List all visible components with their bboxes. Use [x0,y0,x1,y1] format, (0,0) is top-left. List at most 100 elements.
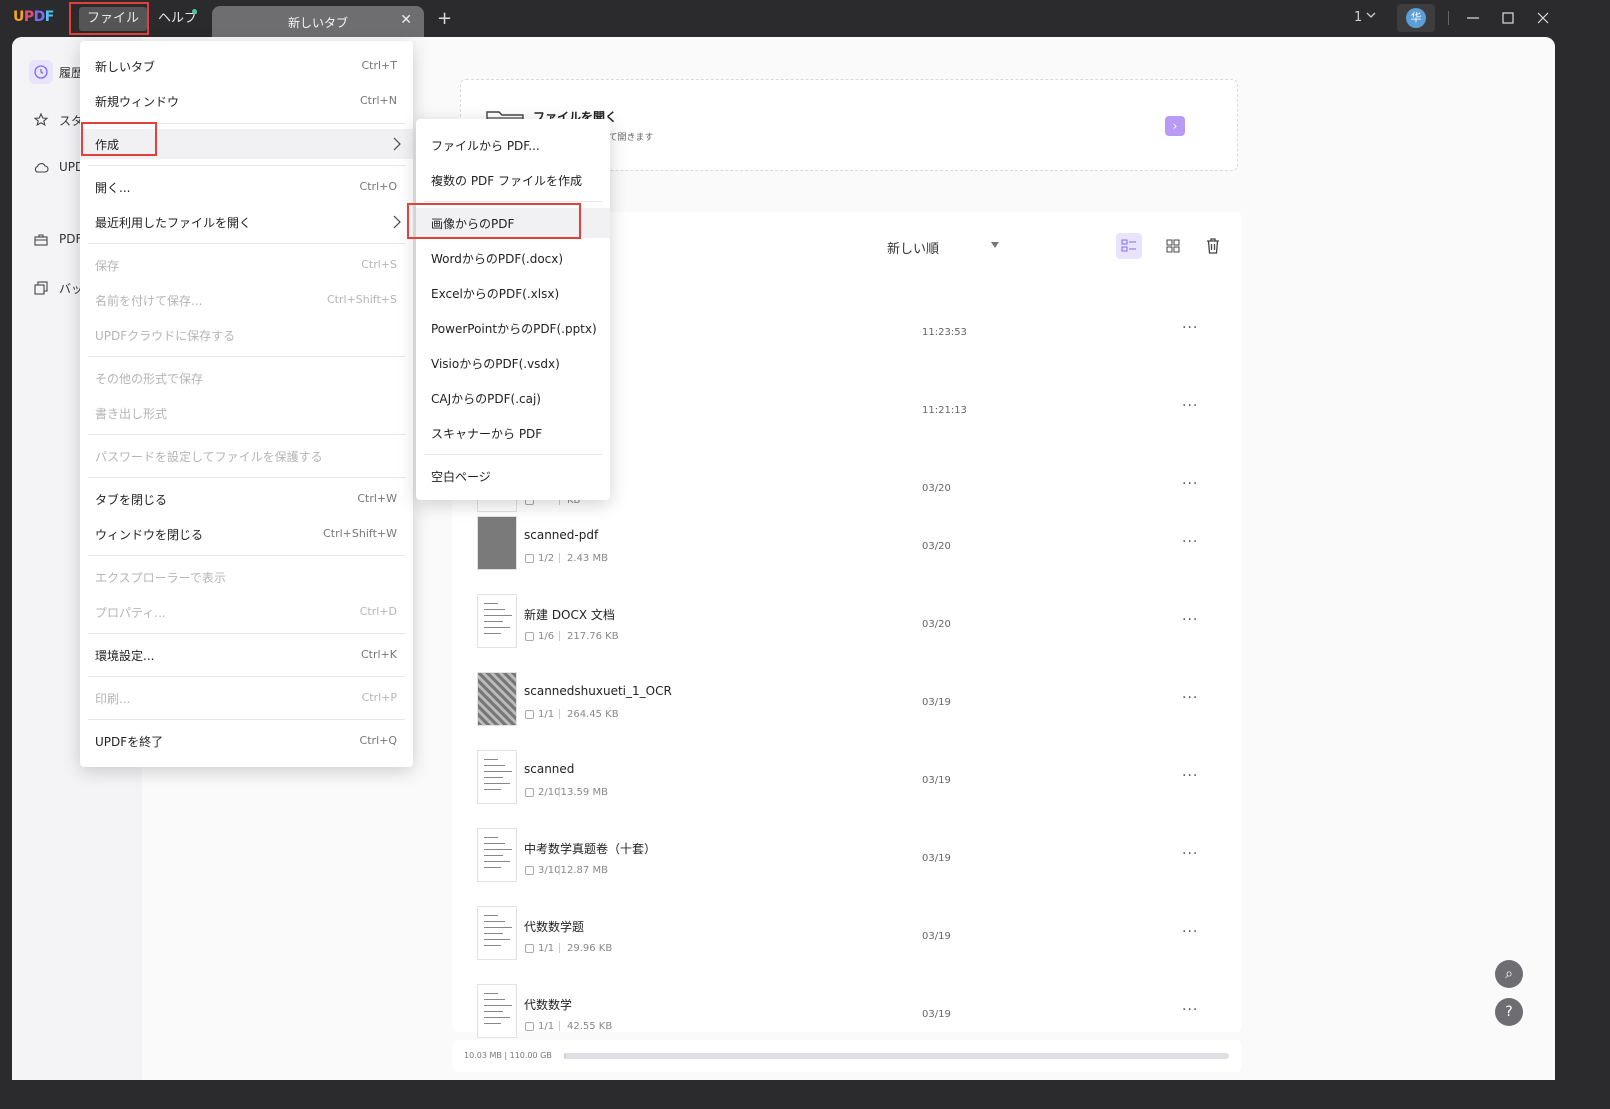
clock-icon [29,60,53,84]
menu-item-pdf-from-visio[interactable]: VisioからのPDF(.vsdx) [416,348,610,378]
more-icon[interactable]: ··· [1182,612,1198,628]
menu-item-save-as: 名前を付けて保存... Ctrl+Shift+S [95,293,397,308]
menu-item-pdf-from-excel[interactable]: ExcelからのPDF(.xlsx) [416,278,610,308]
file-pages: 1/2 [538,553,555,564]
file-thumbnail [477,984,517,1038]
file-row[interactable]: scannedshuxueti_1_OCR 1/1 264.45 KB 03/19 ··… [452,672,1242,750]
more-icon[interactable]: ··· [1182,534,1198,550]
list-view-icon[interactable] [1116,233,1142,259]
file-name: scanned-pdf [524,528,599,542]
close-icon[interactable] [1533,8,1553,28]
window-count[interactable]: 1 [1354,10,1362,25]
add-tab-icon[interactable]: + [437,8,452,29]
menu-item-export-format: 書き出し形式 [95,407,168,421]
avatar: 华 [1406,8,1426,28]
more-icon[interactable]: ··· [1182,924,1198,940]
menu-item-pdf-from-file[interactable]: ファイルから PDF... [416,130,610,160]
tab-close-icon[interactable]: ✕ [400,12,412,28]
star-icon [33,112,49,127]
menu-item-preferences[interactable]: 環境設定... Ctrl+K [80,640,413,670]
menu-item-close-window[interactable]: ウィンドウを閉じる Ctrl+Shift+W [80,519,413,549]
more-icon[interactable]: ··· [1182,476,1198,492]
menu-item-new-tab[interactable]: 新しいタブ Ctrl+T [80,51,413,81]
minimize-icon[interactable] [1463,8,1483,28]
file-row[interactable]: 新建 DOCX 文档 1/6 217.76 KB 03/20 ··· [452,594,1242,672]
file-date: 03/19 [922,1009,951,1020]
batch-icon [34,281,48,295]
file-pages: 1/1 [538,1021,555,1032]
menu-item-save: 保存 Ctrl+S [95,258,397,273]
file-thumbnail [477,750,517,804]
chevron-right-icon [393,137,401,151]
menu-item-pdf-from-scanner[interactable]: スキャナーから PDF [416,418,610,448]
file-date: 03/20 [922,541,951,552]
file-size: 217.76 KB [567,631,619,642]
highlight-box [69,2,149,35]
menu-separator [88,434,405,435]
file-date: 03/19 [922,697,951,708]
more-icon[interactable]: ··· [1182,690,1198,706]
sort-dropdown[interactable]: 新しい順 [887,238,939,257]
file-row[interactable]: scanned 2/101 3.59 MB 03/19 ··· [452,750,1242,828]
more-icon[interactable]: ··· [1182,320,1198,336]
menu-separator [88,676,405,677]
file-date: 11:23:53 [922,327,967,338]
file-size: 2.87 MB [567,865,608,876]
caret-down-icon[interactable] [991,242,999,248]
file-row[interactable]: scanned-pdf 1/2 2.43 MB 03/20 ··· [452,516,1242,594]
search-icon[interactable]: ⌕ [1495,960,1523,988]
tab-new[interactable]: 新しいタブ ✕ [212,6,424,37]
file-row[interactable]: 代数数学题 1/1 29.96 KB 03/19 ··· [452,906,1242,984]
create-submenu: ファイルから PDF... 複数の PDF ファイルを作成 画像からのPDF W… [416,119,610,500]
help-icon[interactable]: ? [1495,998,1523,1026]
file-thumbnail [477,594,517,648]
menu-separator [88,633,405,634]
more-icon[interactable]: ··· [1182,768,1198,784]
menu-separator [88,243,405,244]
menu-item-set-password: パスワードを設定してファイルを保護する [95,450,323,464]
briefcase-icon [34,234,48,246]
menu-item-pdf-from-caj[interactable]: CAJからのPDF(.caj) [416,383,610,413]
file-size: 3.59 MB [567,787,608,798]
file-name: 代数数学 [524,998,573,1012]
file-name: 中考数学真题卷（十套） [524,842,657,856]
file-size: 29.96 KB [567,943,613,954]
open-file-arrow-icon[interactable]: › [1165,116,1185,136]
divider [559,1021,560,1031]
menu-item-pdf-from-word[interactable]: WordからのPDF(.docx) [416,243,610,273]
more-icon[interactable]: ··· [1182,398,1198,414]
menu-item-quit[interactable]: UPDFを終了 Ctrl+Q [80,726,413,756]
tab-label: 新しいタブ [287,16,348,30]
page-icon [525,788,534,797]
storage-progress [564,1053,1229,1059]
divider [559,943,560,953]
grid-view-icon[interactable] [1160,233,1186,259]
account-button[interactable]: 华 [1397,4,1435,32]
file-size: 2.43 MB [567,553,608,564]
menu-item-close-tab[interactable]: タブを閉じる Ctrl+W [80,484,413,514]
menu-item-new-window[interactable]: 新規ウィンドウ Ctrl+N [80,86,413,116]
highlight-box [407,203,581,239]
menu-item-pdf-from-powerpoint[interactable]: PowerPointからのPDF(.pptx) [416,313,610,343]
maximize-icon[interactable] [1498,8,1518,28]
trash-icon[interactable] [1200,233,1226,259]
more-icon[interactable]: ··· [1182,1002,1198,1018]
file-pages: 1/1 [538,943,555,954]
menu-item-blank-page[interactable]: 空白ページ [416,461,610,491]
chevron-down-icon[interactable] [1366,10,1376,20]
menu-separator [88,165,405,166]
chevron-right-icon [393,215,401,229]
storage-progress-fill [564,1053,566,1059]
file-name: 代数数学题 [524,920,585,934]
menu-item-save-to-cloud: UPDFクラウドに保存する [95,329,236,343]
divider [1448,11,1449,25]
more-icon[interactable]: ··· [1182,846,1198,862]
divider [559,865,560,875]
menu-separator [88,356,405,357]
menu-item-open[interactable]: 開く... Ctrl+O [80,172,413,202]
menu-item-open-recent[interactable]: 最近利用したファイルを開く [80,207,413,237]
file-name: scannedshuxueti_1_OCR [524,684,672,698]
file-row[interactable]: 中考数学真题卷（十套） 3/101 2.87 MB 03/19 ··· [452,828,1242,906]
page-icon [525,944,534,953]
menu-item-create-multiple-pdf[interactable]: 複数の PDF ファイルを作成 [416,165,610,195]
